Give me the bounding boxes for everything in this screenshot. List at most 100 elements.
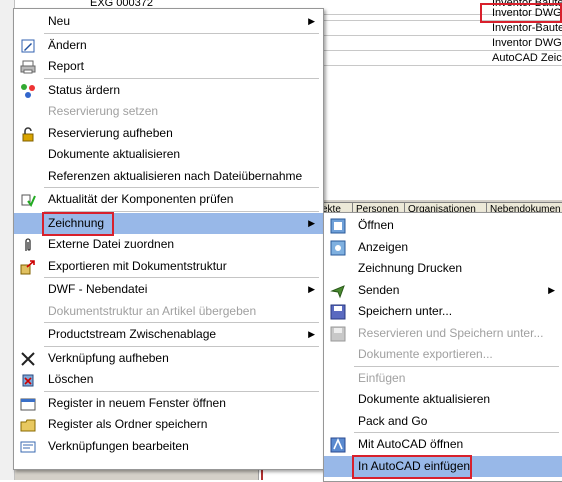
save-icon [330,304,346,320]
menu-item-label: Anzeigen [358,239,409,254]
menu-separator [44,187,319,188]
menu-item-verknüpfungen-bearbeiten[interactable]: Verknüpfungen bearbeiten [14,436,323,457]
menu-item-label: Exportieren mit Dokumentstruktur [48,258,227,273]
menu-item-label: DWF - Nebendatei [48,282,148,296]
menu-item-zeichnung[interactable]: Zeichnung ▶ [14,212,323,234]
unlink-icon [20,351,36,367]
menu-item-label: Reservierung setzen [48,104,159,118]
menu-item-label: Verknüpfung aufheben [48,350,169,365]
menu-separator [44,77,319,79]
menu-item-reservieren-und-speichern-unter: Reservieren und Speichern unter... [324,323,562,344]
menu-item-label: Aktualität der Komponenten prüfen [48,192,234,206]
delete-icon [20,372,36,388]
menu-separator [44,210,319,212]
menu-item-label: Dokumente aktualisieren [48,147,181,161]
menu-item-register-als-ordner-speichern[interactable]: Register als Ordner speichern [14,414,323,435]
component-check-icon [20,192,36,208]
menu-item-label: Dokumente exportieren... [358,347,493,361]
unlock-icon [20,126,36,142]
menu-item-label: Register als Ordner speichern [48,417,208,431]
menu-item-neu[interactable]: Neu ▶ [14,11,323,32]
menu-item-label: Dokumentstruktur an Artikel übergeben [48,303,257,318]
menu-item-in-autocad-einfügen[interactable]: In AutoCAD einfügen [324,455,562,477]
menu-item-zeichnung-drucken[interactable]: Zeichnung Drucken [324,258,562,279]
menu-item-label: Status ärdern [48,82,121,97]
menu-item-dokumente-aktualisieren[interactable]: Dokumente aktualisieren [14,144,323,165]
save-folder-icon [20,417,36,433]
menu-item-einfügen: Einfügen [324,368,562,389]
menu-item-label: Reservieren und Speichern unter... [358,325,544,340]
menu-item-label: Senden [358,282,400,297]
edit-pencil-icon [20,38,36,54]
menu-item-label: Zeichnung [48,215,105,230]
status-icon [20,83,36,99]
view-icon [330,240,346,256]
list-cell: Inventor DWG [492,37,562,49]
edit-links-icon [20,439,36,455]
menu-item-löschen[interactable]: Löschen [14,369,323,390]
menu-item-register-in-neuem-fenster-öffnen[interactable]: Register in neuem Fenster öffnen [14,393,323,414]
menu-item-label: In AutoCAD einfügen [358,458,471,473]
menu-item-anzeigen[interactable]: Anzeigen [324,237,562,258]
menu-separator [44,277,319,278]
menu-item-speichern-unter[interactable]: Speichern unter... [324,301,562,322]
menu-item-dokumente-exportieren: Dokumente exportieren... [324,344,562,365]
paperclip-icon [20,237,36,253]
submenu-arrow-icon: ▶ [308,284,315,294]
menu-item-productstream-zwischenablage[interactable]: Productstream Zwischenablage ▶ [14,324,323,345]
list-cell: Inventor DWG [492,7,562,19]
menu-item-label: Productstream Zwischenablage [48,327,217,341]
menu-item-pack-and-go[interactable]: Pack and Go [324,411,562,432]
menu-item-label: Ändern [48,37,87,52]
menu-item-label: Report [48,59,85,73]
menu-item-label: Speichern unter... [358,304,453,318]
menu-item-label: Zeichnung Drucken [358,261,463,275]
menu-item-mit-autocad-öffnen[interactable]: Mit AutoCAD öffnen [324,434,562,455]
submenu-arrow-icon: ▶ [308,329,315,339]
zeichnung-submenu: Öffnen Anzeigen Zeichnung Drucken Senden ▶ Sp… [323,212,562,482]
menu-item-label: Löschen [48,372,94,386]
menu-separator [44,322,319,323]
submenu-arrow-icon: ▶ [308,217,315,228]
menu-separator [44,345,319,347]
menu-item-label: Pack and Go [358,413,428,428]
send-icon [330,283,346,299]
submenu-arrow-icon: ▶ [548,284,555,295]
menu-item-reservierung-aufheben[interactable]: Reservierung aufheben [14,123,323,144]
menu-item-label: Reservierung aufheben [48,125,173,140]
menu-item-verknüpfung-aufheben[interactable]: Verknüpfung aufheben [14,348,323,369]
menu-item-label: Öffnen [358,218,394,232]
menu-item-dokumente-aktualisieren[interactable]: Dokumente aktualisieren [324,389,562,410]
menu-item-externe-datei-zuordnen[interactable]: Externe Datei zuordnen [14,234,323,255]
menu-item-status-ärdern[interactable]: Status ärdern [14,80,323,101]
menu-item-dokumentstruktur-an-artikel-übergeben: Dokumentstruktur an Artikel übergeben [14,301,323,322]
list-cell: Inventor-Bauteil [492,22,562,34]
menu-item-öffnen[interactable]: Öffnen [324,215,562,236]
menu-item-ändern[interactable]: Ändern [14,35,323,56]
new-window-icon [20,396,36,412]
menu-item-label: Dokumente aktualisieren [358,392,491,406]
menu-item-label: Externe Datei zuordnen [48,237,175,251]
menu-item-dwf-nebendatei[interactable]: DWF - Nebendatei ▶ [14,279,323,300]
menu-item-referenzen-aktualisieren-nach-dateiübernahme[interactable]: Referenzen aktualisieren nach Dateiübern… [14,166,323,187]
menu-separator [44,32,319,34]
menu-item-exportieren-mit-dokumentstruktur[interactable]: Exportieren mit Dokumentstruktur [14,256,323,277]
menu-item-senden[interactable]: Senden ▶ [324,280,562,301]
list-cell: AutoCAD Zeich [492,52,562,64]
menu-item-label: Referenzen aktualisieren nach Dateiübern… [48,168,303,183]
context-menu: Neu ▶ Ändern Report Status ärdern Reservierun… [13,8,324,470]
menu-separator [354,365,559,367]
open-icon [330,218,346,234]
printer-icon [20,59,36,75]
menu-separator [44,390,319,392]
submenu-arrow-icon: ▶ [308,16,315,26]
menu-item-label: Neu [48,14,71,28]
menu-item-report[interactable]: Report [14,56,323,77]
menu-item-aktualität-der-komponenten-prüfen[interactable]: Aktualität der Komponenten prüfen [14,189,323,210]
menu-item-label: Register in neuem Fenster öffnen [48,395,226,410]
menu-item-label: Mit AutoCAD öffnen [358,437,464,451]
export-icon [20,259,36,275]
autocad-open-icon [330,437,346,453]
menu-item-reservierung-setzen: Reservierung setzen [14,101,323,122]
menu-item-label: Einfügen [358,370,406,385]
